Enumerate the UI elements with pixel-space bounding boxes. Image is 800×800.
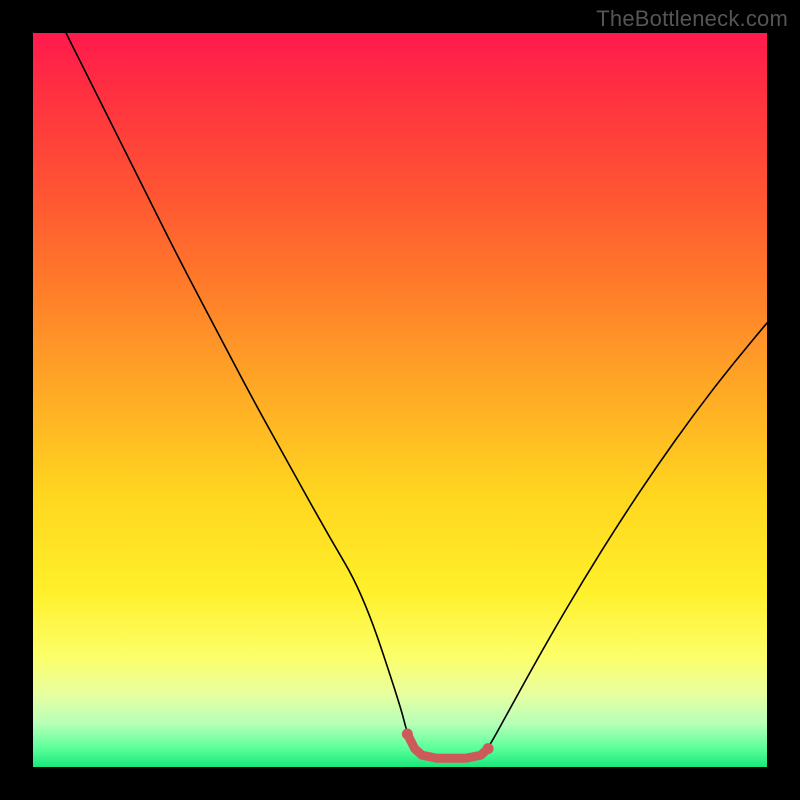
plot-area bbox=[33, 33, 767, 767]
watermark-text: TheBottleneck.com bbox=[596, 6, 788, 32]
chart-frame: TheBottleneck.com bbox=[0, 0, 800, 800]
bottleneck-highlight bbox=[33, 33, 767, 767]
